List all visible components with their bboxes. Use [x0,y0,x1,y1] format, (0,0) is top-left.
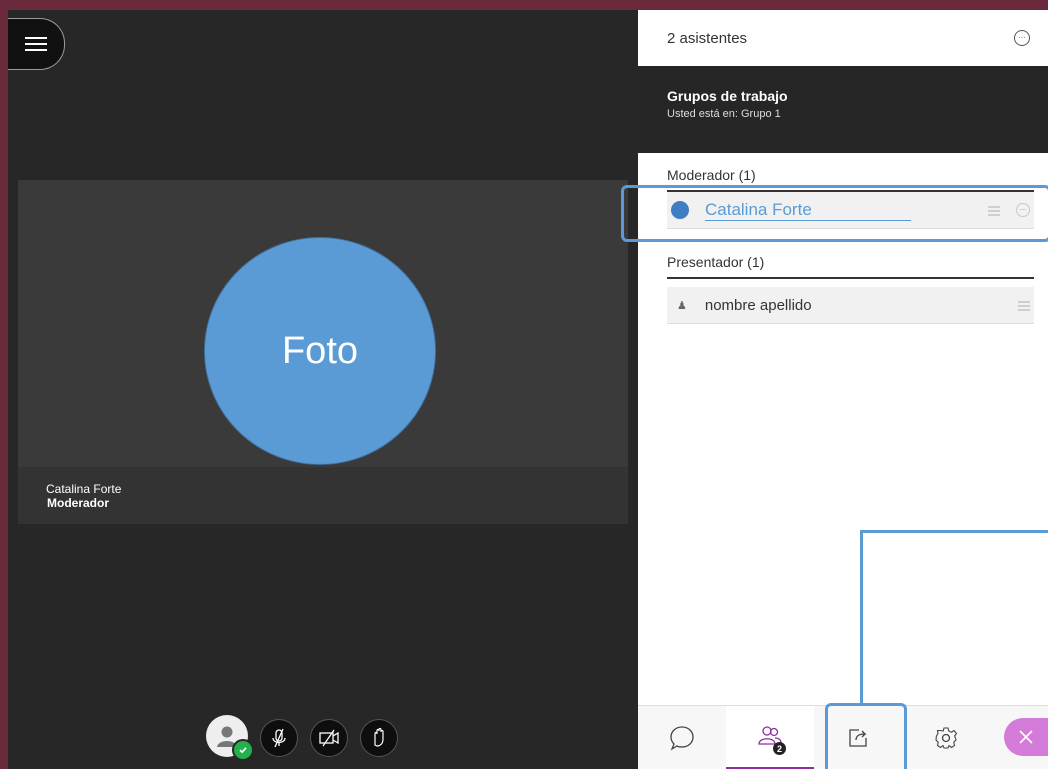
camera-off-icon [319,729,339,747]
participant-role: Moderador [47,496,110,510]
video-tile: Foto Catalina Forte Moderador [18,180,628,524]
check-icon [232,739,254,761]
photo-placeholder: Foto [204,237,436,465]
hamburger-menu-icon [25,36,47,52]
raise-hand-icon [374,727,384,747]
session-menu-button[interactable] [8,18,65,70]
annotation-line-horizontal [860,530,1048,533]
moderator-highlight-box [621,185,1048,242]
participant-name: Catalina Forte [46,482,122,496]
breakout-groups-bar: Grupos de trabajo Usted está en: Grupo 1 [638,66,1048,153]
media-controls [206,715,398,761]
row-menu-icon[interactable] [1018,301,1030,311]
close-panel-button[interactable] [1004,718,1048,756]
chat-bubble-icon [670,725,694,751]
microphone-toggle-button[interactable] [260,719,298,757]
tab-chat[interactable] [638,706,726,769]
presenter-section-label: Presentador (1) [667,254,1034,279]
video-area: Foto [18,180,628,467]
my-status-button[interactable] [206,715,254,761]
groups-subtitle: Usted está en: Grupo 1 [667,108,781,120]
presenter-name: nombre apellido [704,296,812,314]
tab-settings[interactable] [902,706,990,769]
attendees-count-badge: 2 [773,742,786,755]
attendees-panel: 2 asistentes ··· Grupos de trabajo Usted… [638,10,1048,769]
microphone-off-icon [272,728,286,748]
presenter-row[interactable]: ♟ nombre apellido [667,287,1034,324]
share-tab-highlight-box [825,703,907,769]
close-icon [1019,730,1033,744]
session-stage: Foto Catalina Forte Moderador [8,10,638,769]
camera-toggle-button[interactable] [310,719,348,757]
annotation-line-vertical [860,530,863,705]
user-icon: ♟ [677,299,687,312]
panel-header: 2 asistentes ··· [638,10,1048,66]
more-options-icon[interactable]: ··· [1014,30,1030,46]
groups-title: Grupos de trabajo [667,88,788,104]
tab-attendees[interactable]: 2 [726,706,814,769]
attendee-count: 2 asistentes [667,29,748,47]
gear-icon [935,726,958,749]
raise-hand-button[interactable] [360,719,398,757]
presenter-section: Presentador (1) ♟ nombre apellido [667,254,1034,324]
